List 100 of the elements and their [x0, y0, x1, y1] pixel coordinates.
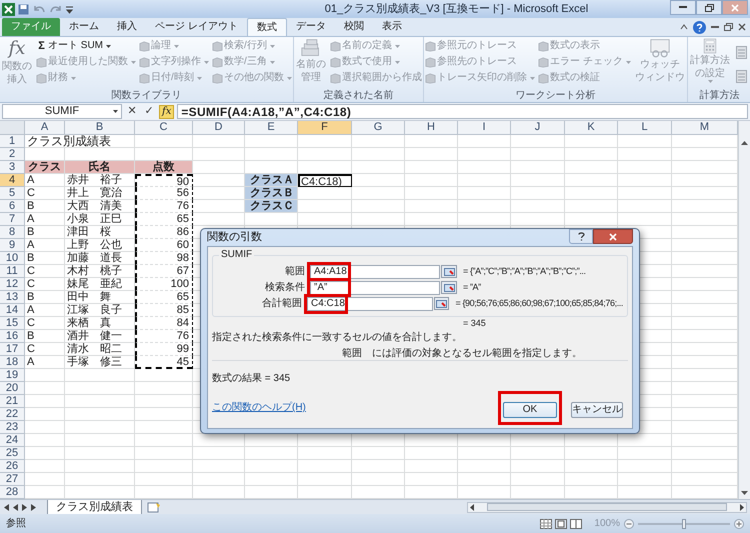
- table-cell: [458, 161, 511, 174]
- column-header[interactable]: G: [352, 121, 405, 135]
- minimize-icon[interactable]: [711, 26, 719, 28]
- row-header[interactable]: 11: [0, 265, 25, 278]
- ribbon-tab[interactable]: ページ レイアウト: [146, 18, 247, 36]
- table-cell: 大西 清美: [65, 200, 135, 213]
- zoom-in-icon[interactable]: [734, 518, 744, 528]
- row-header[interactable]: 3: [0, 161, 25, 174]
- row-header[interactable]: 16: [0, 330, 25, 343]
- table-cell: B: [25, 200, 65, 213]
- ribbon-tab[interactable]: 挿入: [108, 18, 146, 36]
- row-header[interactable]: 27: [0, 473, 25, 486]
- row-header[interactable]: 1: [0, 135, 25, 148]
- row-header[interactable]: 5: [0, 187, 25, 200]
- row-header[interactable]: 23: [0, 421, 25, 434]
- help-icon[interactable]: [693, 20, 706, 34]
- argument-field[interactable]: A4:A18: [310, 264, 440, 278]
- ribbon-button[interactable]: Σ オート SUM: [36, 38, 136, 54]
- customize-icon[interactable]: [66, 4, 73, 14]
- insert-function-button[interactable]: fx: [159, 104, 174, 118]
- ok-button[interactable]: OK: [503, 402, 557, 418]
- ribbon-tab[interactable]: ファイル: [2, 18, 60, 36]
- formula-field[interactable]: =SUMIF(A4:A18,”A”,C4:C18): [177, 104, 748, 119]
- vertical-scrollbar[interactable]: [738, 121, 750, 499]
- new-sheet-icon[interactable]: [147, 502, 161, 512]
- column-header[interactable]: H: [405, 121, 458, 135]
- row-header[interactable]: 20: [0, 382, 25, 395]
- help-button[interactable]: [569, 229, 593, 244]
- column-header[interactable]: J: [511, 121, 565, 135]
- table-cell: [618, 200, 672, 213]
- table-cell: A: [25, 304, 65, 317]
- group-label: ワークシート分析: [515, 90, 596, 102]
- sheet-tab[interactable]: クラス別成績表: [47, 500, 142, 514]
- ribbon-tab[interactable]: 表示: [372, 18, 411, 36]
- collapse-dialog-button[interactable]: [441, 281, 457, 294]
- restore-icon[interactable]: [724, 23, 733, 31]
- row-header[interactable]: 10: [0, 252, 25, 265]
- page-layout-icon[interactable]: [555, 518, 568, 528]
- column-header[interactable]: L: [618, 121, 672, 135]
- name-box[interactable]: SUMIF: [2, 104, 122, 119]
- column-header[interactable]: I: [458, 121, 511, 135]
- page-break-icon[interactable]: [570, 518, 582, 528]
- table-cell: [65, 421, 135, 434]
- horizontal-scrollbar[interactable]: [467, 502, 747, 512]
- argument-field[interactable]: ”A”: [310, 280, 440, 294]
- row-header[interactable]: 18: [0, 356, 25, 369]
- row-header[interactable]: 24: [0, 434, 25, 447]
- column-header[interactable]: D: [193, 121, 245, 135]
- table-cell: クラス: [25, 161, 65, 174]
- normal-view-icon[interactable]: [540, 518, 552, 528]
- slider-thumb[interactable]: [682, 518, 686, 528]
- collapse-dialog-button[interactable]: [441, 265, 457, 278]
- row-header[interactable]: 8: [0, 226, 25, 239]
- row-header[interactable]: 6: [0, 200, 25, 213]
- maximize-button[interactable]: [696, 0, 722, 15]
- function-symbol: fx: [8, 38, 26, 60]
- row-header[interactable]: 26: [0, 460, 25, 473]
- column-header[interactable]: C: [135, 121, 193, 135]
- row-header[interactable]: 13: [0, 291, 25, 304]
- row-header[interactable]: 2: [0, 148, 25, 161]
- row-header[interactable]: 21: [0, 395, 25, 408]
- table-cell: [405, 148, 458, 161]
- save-icon[interactable]: [18, 4, 29, 14]
- column-header[interactable]: F: [298, 121, 352, 135]
- table-cell: [352, 460, 405, 473]
- close-icon[interactable]: [738, 23, 746, 31]
- table-cell: [65, 408, 135, 421]
- minimize-button[interactable]: [670, 0, 696, 15]
- row-header[interactable]: 22: [0, 408, 25, 421]
- row-header[interactable]: 14: [0, 304, 25, 317]
- enter-button[interactable]: ✓: [142, 103, 156, 120]
- ribbon-tab[interactable]: ホーム: [60, 18, 108, 36]
- cancel-button[interactable]: キャンセル: [571, 402, 623, 418]
- row-header[interactable]: 25: [0, 447, 25, 460]
- table-cell: A: [25, 174, 65, 187]
- row-header[interactable]: 17: [0, 343, 25, 356]
- table-cell: [618, 187, 672, 200]
- row-header[interactable]: 15: [0, 317, 25, 330]
- ribbon-tab[interactable]: データ: [286, 18, 335, 36]
- collapse-ribbon-icon[interactable]: [680, 24, 688, 30]
- row-header[interactable]: 28: [0, 486, 25, 499]
- collapse-dialog-button[interactable]: [434, 297, 450, 310]
- table-cell: [458, 200, 511, 213]
- row-header[interactable]: 19: [0, 369, 25, 382]
- help-link[interactable]: この関数のヘルプ(H): [212, 400, 306, 415]
- row-header[interactable]: 9: [0, 239, 25, 252]
- scroll-thumb[interactable]: [487, 503, 727, 511]
- table-cell: [458, 174, 511, 187]
- row-header[interactable]: 4: [0, 174, 25, 187]
- ribbon-tab[interactable]: 数式: [246, 18, 287, 36]
- zoom-out-icon[interactable]: [624, 518, 634, 528]
- table-cell: [511, 200, 565, 213]
- column-header[interactable]: K: [565, 121, 618, 135]
- ribbon-tab[interactable]: 校閲: [334, 18, 373, 36]
- close-button[interactable]: [593, 229, 633, 244]
- table-cell: 65: [135, 213, 193, 226]
- row-header[interactable]: 12: [0, 278, 25, 291]
- row-header[interactable]: 7: [0, 213, 25, 226]
- cancel-button[interactable]: ✕: [125, 103, 139, 120]
- table-cell: B: [25, 226, 65, 239]
